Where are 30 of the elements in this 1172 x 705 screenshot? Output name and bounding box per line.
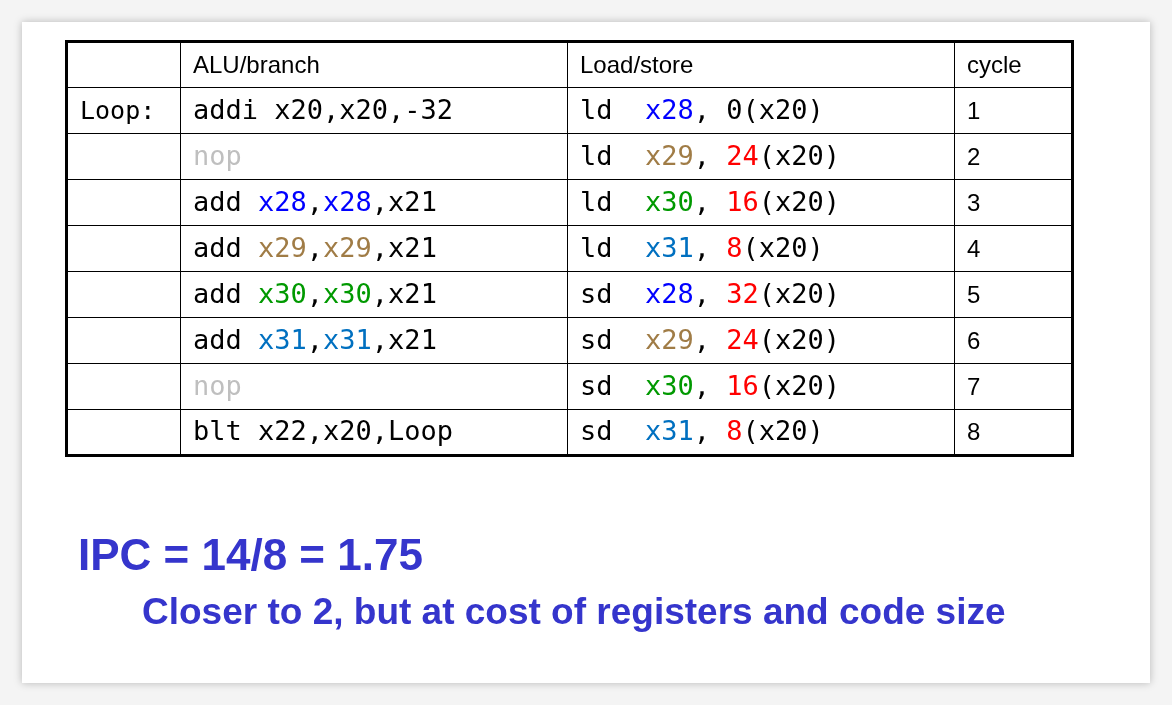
label-text: Loop:: [80, 95, 156, 125]
cycle-number: 5: [967, 280, 981, 308]
code-text: ld x28, 0(x20): [580, 93, 824, 125]
cycle-number: 6: [967, 326, 981, 354]
code-text: blt x22,x20,Loop: [193, 415, 454, 446]
note-text: Closer to 2, but at cost of registers and code size: [142, 593, 1007, 630]
cycle-number: 1: [967, 96, 981, 124]
code-text: sd x28, 32(x20): [580, 277, 841, 309]
code-text: ld x29, 24(x20): [580, 139, 841, 171]
column-header: Load/store: [580, 51, 694, 78]
code-text: add x29,x29,x21: [193, 231, 437, 263]
cycle-number: 8: [967, 418, 981, 445]
cycle-number: 4: [967, 234, 981, 262]
code-text: ld x30, 16(x20): [580, 185, 841, 217]
code-text: sd x30, 16(x20): [580, 369, 841, 401]
code-text: sd x29, 24(x20): [580, 323, 841, 355]
cycle-number: 2: [967, 142, 981, 170]
code-text: sd x31, 8(x20): [580, 415, 824, 446]
ipc-heading: IPC = 14/8 = 1.75: [78, 533, 424, 577]
column-header: ALU/branch: [193, 51, 320, 78]
cycle-number: 7: [967, 372, 981, 400]
code-text: addi x20,x20,-32: [193, 93, 454, 125]
column-header: cycle: [967, 51, 1022, 78]
code-text: add x28,x28,x21: [193, 185, 437, 217]
code-text: ld x31, 8(x20): [580, 231, 824, 263]
code-text: nop: [193, 369, 242, 401]
code-text: nop: [193, 139, 242, 171]
code-text: add x30,x30,x21: [193, 277, 437, 309]
cycle-number: 3: [967, 188, 981, 216]
code-text: add x31,x31,x21: [193, 323, 437, 355]
